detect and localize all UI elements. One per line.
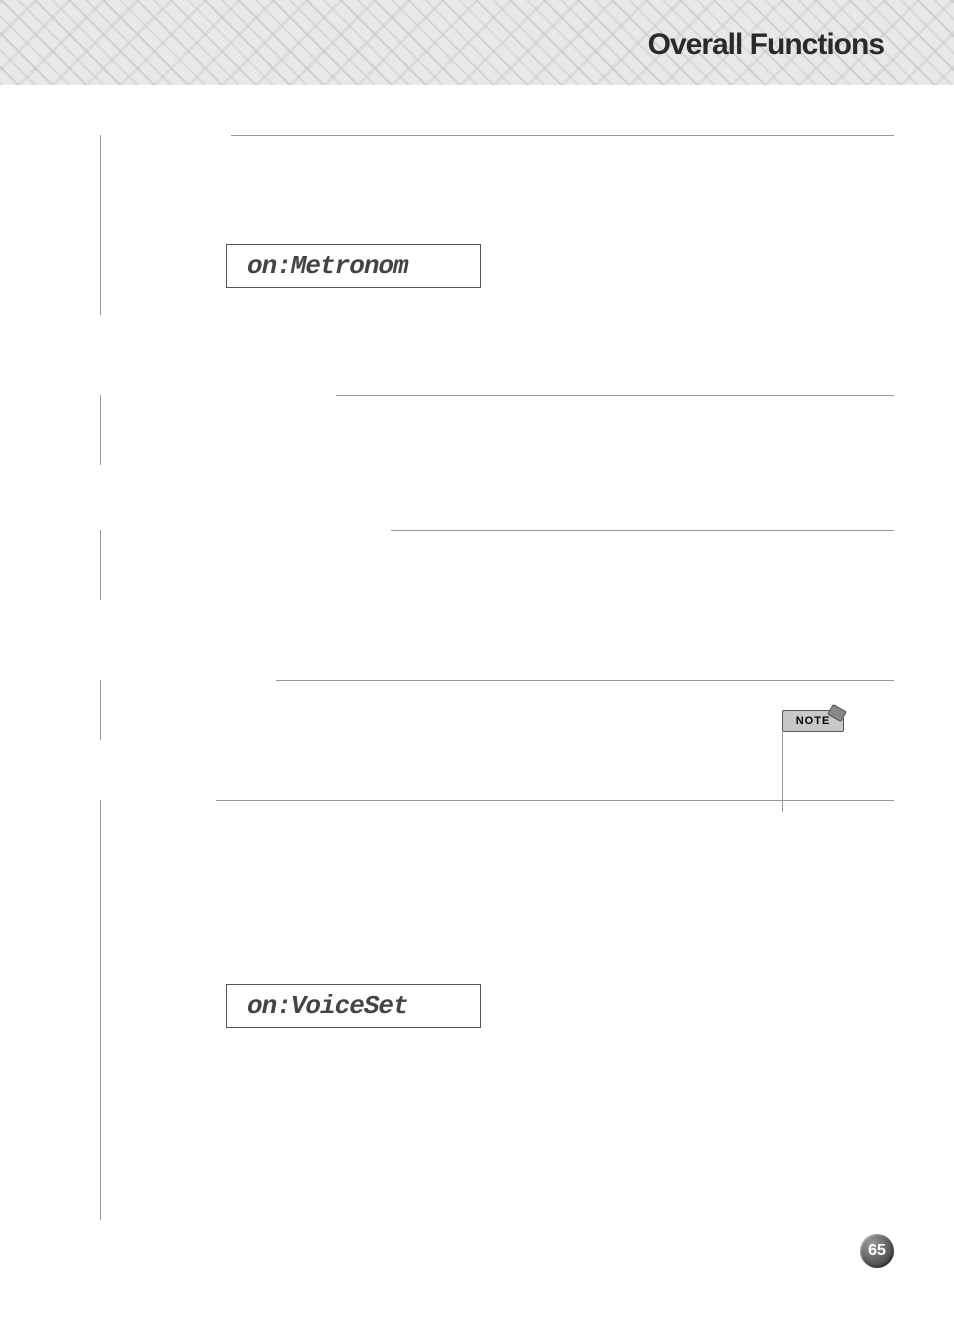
divider [336, 395, 894, 396]
divider [276, 680, 894, 681]
lcd-display-2: on:VoiceSet [226, 984, 481, 1028]
page-number-badge: 65 [860, 1234, 894, 1268]
lcd-display-1: on:Metronom [226, 244, 481, 288]
note-callout: NOTE [782, 710, 844, 812]
function-section-4 [100, 680, 894, 740]
function-section-3 [100, 530, 894, 600]
page-header-band: Overall Functions [0, 0, 954, 85]
note-label: NOTE [796, 715, 831, 727]
lcd-text: on:Metronom [247, 251, 408, 281]
page-content: on:Metronom on:VoiceSet NOTE [0, 85, 954, 1220]
lcd-text: on:VoiceSet [247, 991, 408, 1021]
function-section-2 [100, 395, 894, 465]
section-title: Overall Functions [648, 28, 884, 62]
note-tab: NOTE [782, 710, 844, 732]
function-section-1: on:Metronom [100, 135, 894, 315]
note-stem [782, 732, 844, 812]
function-section-5: on:VoiceSet [100, 800, 894, 1220]
divider [391, 530, 894, 531]
page-number: 65 [868, 1242, 886, 1260]
